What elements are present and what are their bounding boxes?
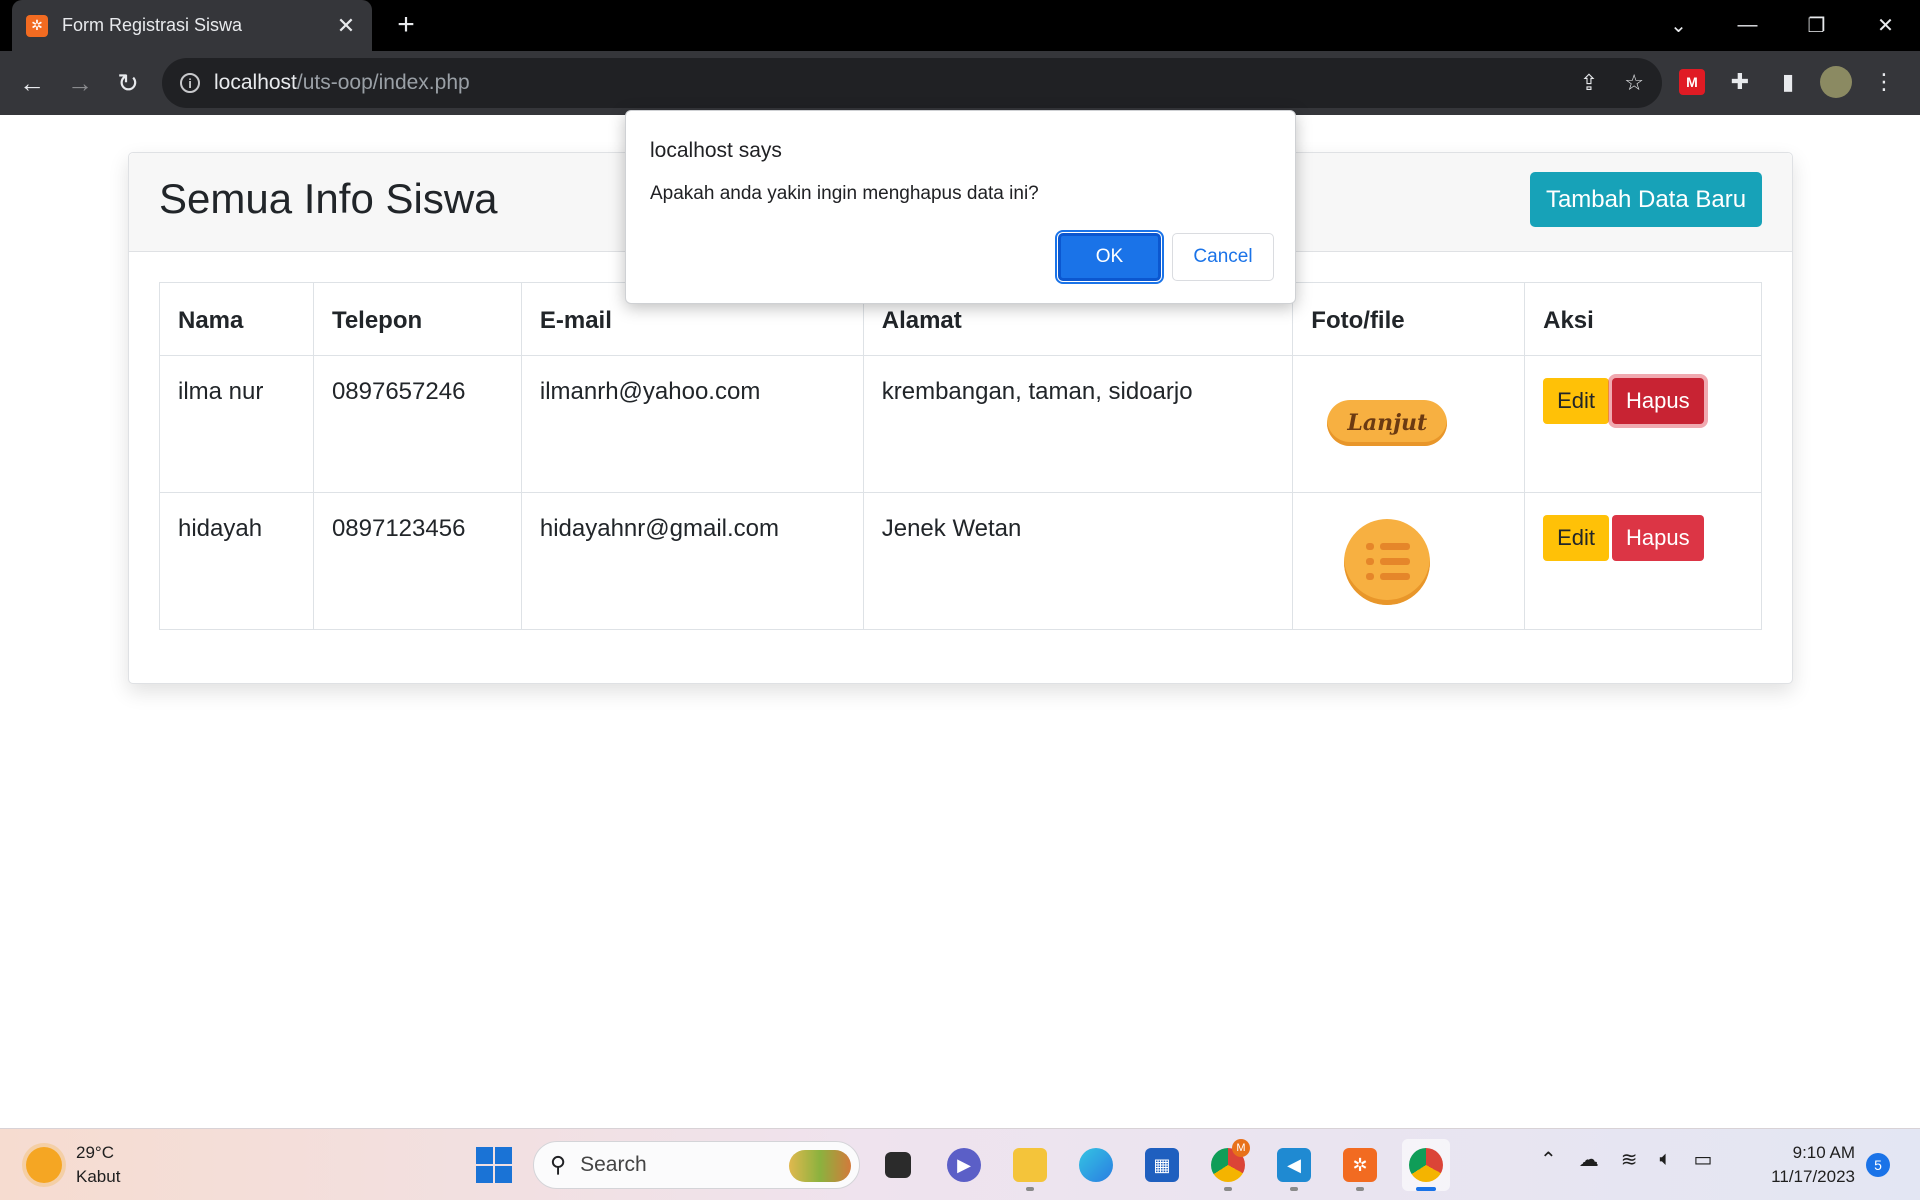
file-explorer-icon[interactable]: [1006, 1139, 1054, 1191]
cell-alamat: Jenek Wetan: [862, 492, 1294, 630]
student-table: Nama Telepon E-mail Alamat Foto/file Aks…: [159, 282, 1762, 630]
reload-icon[interactable]: ↻: [110, 65, 146, 101]
header-foto: Foto/file: [1292, 282, 1526, 356]
profile-avatar[interactable]: [1819, 65, 1853, 99]
list-icon-image: [1344, 519, 1431, 605]
notification-badge[interactable]: 5: [1866, 1153, 1890, 1177]
header-nama: Nama: [159, 282, 314, 356]
browser-tab-strip: ✲ Form Registrasi Siswa ✕ + ⌄ — ❐ ✕: [0, 0, 1920, 51]
pinned-apps: ▶ ▦ M ◀ ✲: [874, 1139, 1450, 1191]
chevron-up-icon[interactable]: ⌃: [1540, 1147, 1557, 1172]
side-panel-icon[interactable]: ▮: [1771, 65, 1805, 99]
delete-button[interactable]: Hapus: [1612, 515, 1704, 561]
taskbar-search[interactable]: ⚲ Search: [533, 1141, 860, 1189]
teams-chat-icon[interactable]: ▶: [940, 1139, 988, 1191]
edit-button[interactable]: Edit: [1543, 378, 1610, 424]
omnibox-actions: ⇪ ☆: [1580, 58, 1644, 108]
cell-aksi: Edit Hapus: [1524, 355, 1762, 493]
new-tab-button[interactable]: +: [390, 9, 422, 41]
cell-foto: Lanjut: [1292, 355, 1526, 493]
weather-text: 29°C Kabut: [76, 1141, 120, 1189]
browser-menu-icon[interactable]: ⋮: [1867, 65, 1901, 99]
browser-toolbar: ← → ↻ i localhost/uts-oop/index.php ⇪ ☆ …: [0, 51, 1920, 115]
minimize-button[interactable]: —: [1713, 0, 1782, 51]
cell-aksi: Edit Hapus: [1524, 492, 1762, 630]
battery-icon[interactable]: ▭: [1694, 1147, 1713, 1172]
weather-desc: Kabut: [76, 1167, 121, 1186]
delete-button[interactable]: Hapus: [1612, 378, 1704, 424]
window-controls: ⌄ — ❐ ✕: [1644, 0, 1920, 51]
edge-icon[interactable]: [1072, 1139, 1120, 1191]
toolbar-extensions: M ✚ ▮ ⋮: [1675, 65, 1901, 99]
chrome-active-icon[interactable]: [1402, 1139, 1450, 1191]
xampp-favicon-icon: ✲: [26, 14, 48, 37]
chrome-profile-icon[interactable]: M: [1204, 1139, 1252, 1191]
volume-icon[interactable]: 🔈︎: [1660, 1148, 1672, 1171]
chrome-badge: M: [1232, 1139, 1250, 1157]
cancel-button[interactable]: Cancel: [1172, 233, 1274, 281]
ok-button[interactable]: OK: [1055, 230, 1164, 284]
table-row: hidayah 0897123456 hidayahnr@gmail.com J…: [159, 492, 1762, 630]
mendeley-extension-icon[interactable]: M: [1675, 65, 1709, 99]
page-title: Semua Info Siswa: [159, 175, 498, 222]
system-tray: ⌃ ☁ ≋ 🔈︎ ▭: [1540, 1147, 1712, 1172]
header-aksi: Aksi: [1524, 282, 1762, 356]
restore-button[interactable]: ❐: [1782, 0, 1851, 51]
bookmark-star-icon[interactable]: ☆: [1624, 70, 1644, 96]
task-view-icon[interactable]: [874, 1139, 922, 1191]
url-host: localhost: [214, 71, 297, 94]
weather-sun-icon: [26, 1147, 62, 1183]
taskbar-clock[interactable]: 9:10 AM 11/17/2023: [1755, 1141, 1855, 1189]
xampp-icon[interactable]: ✲: [1336, 1139, 1384, 1191]
cell-alamat: krembangan, taman, sidoarjo: [862, 355, 1294, 493]
address-bar[interactable]: i localhost/uts-oop/index.php ⇪ ☆: [162, 58, 1662, 108]
cell-email: ilmanrh@yahoo.com: [520, 355, 864, 493]
browser-tab[interactable]: ✲ Form Registrasi Siswa ✕: [12, 0, 372, 51]
onedrive-cloud-icon[interactable]: ☁: [1579, 1147, 1599, 1172]
tab-close-icon[interactable]: ✕: [334, 13, 358, 39]
clock-date: 11/17/2023: [1771, 1167, 1855, 1186]
header-telepon: Telepon: [312, 282, 522, 356]
cell-nama: ilma nur: [159, 355, 314, 493]
edit-button[interactable]: Edit: [1543, 515, 1610, 561]
table-row: ilma nur 0897657246 ilmanrh@yahoo.com kr…: [159, 355, 1762, 493]
extensions-puzzle-icon[interactable]: ✚: [1723, 65, 1757, 99]
weather-widget[interactable]: 29°C Kabut: [26, 1141, 120, 1189]
search-icon: ⚲: [550, 1152, 567, 1177]
site-info-icon[interactable]: i: [180, 73, 200, 93]
windows-taskbar: 29°C Kabut ⚲ Search ▶ ▦ M ◀ ✲ ⌃ ☁ ≋ 🔈︎ ▭…: [0, 1128, 1920, 1200]
url-text: localhost/uts-oop/index.php: [214, 71, 470, 95]
cell-telepon: 0897123456: [312, 492, 522, 630]
search-label: Search: [580, 1153, 647, 1176]
add-new-data-button[interactable]: Tambah Data Baru: [1530, 172, 1762, 227]
confirm-dialog: localhost says Apakah anda yakin ingin m…: [625, 110, 1296, 304]
cell-telepon: 0897657246: [312, 355, 522, 493]
dialog-message: Apakah anda yakin ingin menghapus data i…: [650, 183, 1039, 204]
wifi-icon[interactable]: ≋: [1621, 1147, 1638, 1172]
vscode-icon[interactable]: ◀: [1270, 1139, 1318, 1191]
cell-nama: hidayah: [159, 492, 314, 630]
microsoft-store-icon[interactable]: ▦: [1138, 1139, 1186, 1191]
forward-arrow-icon[interactable]: →: [62, 65, 98, 101]
back-arrow-icon[interactable]: ←: [14, 65, 50, 101]
clock-time: 9:10 AM: [1792, 1143, 1855, 1162]
share-icon[interactable]: ⇪: [1580, 70, 1598, 96]
dialog-title: localhost says: [650, 139, 782, 162]
lanjut-button-image: Lanjut: [1327, 400, 1448, 446]
search-highlight-image: [789, 1150, 851, 1182]
tab-title: Form Registrasi Siswa: [62, 15, 243, 35]
url-path: /uts-oop/index.php: [296, 71, 470, 94]
weather-temp: 29°C: [76, 1143, 114, 1162]
windows-start-icon[interactable]: [476, 1147, 512, 1183]
cell-email: hidayahnr@gmail.com: [520, 492, 864, 630]
cell-foto: [1292, 492, 1526, 630]
close-window-button[interactable]: ✕: [1851, 0, 1920, 51]
tab-search-icon[interactable]: ⌄: [1644, 0, 1713, 51]
